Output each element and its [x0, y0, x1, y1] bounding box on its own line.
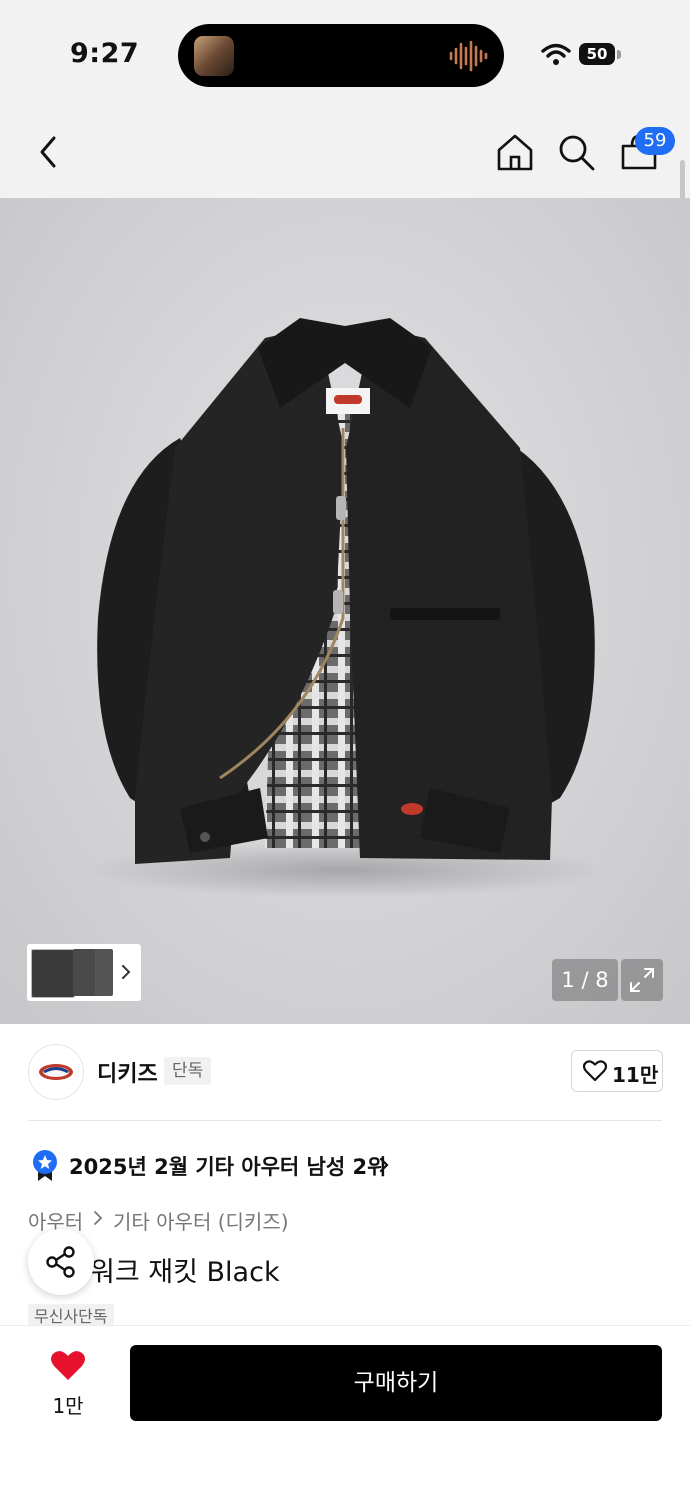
wishlist-count: 1만 — [52, 1394, 84, 1418]
product-image-gallery[interactable]: 1 / 8 — [0, 198, 690, 1024]
cart-count-badge: 59 — [635, 127, 675, 155]
rank-medal-icon — [33, 1150, 57, 1181]
divider — [28, 1120, 662, 1121]
top-nav-bar — [0, 110, 690, 198]
battery-cap — [617, 50, 621, 59]
share-button[interactable] — [28, 1229, 94, 1295]
gallery-thumb[interactable] — [95, 949, 113, 996]
brand-logo[interactable] — [28, 1044, 84, 1100]
expand-icon — [630, 968, 654, 992]
expand-image-button[interactable] — [621, 959, 663, 1001]
audio-waveform-icon — [449, 40, 488, 72]
heart-icon — [51, 1351, 85, 1380]
share-icon — [46, 1246, 75, 1278]
brand-like-button[interactable]: 11만 — [571, 1050, 663, 1092]
product-photo — [85, 318, 605, 898]
heart-outline-icon — [583, 1060, 607, 1082]
dynamic-island[interactable] — [178, 24, 504, 87]
gallery-thumbnails[interactable] — [27, 944, 141, 1001]
search-icon[interactable] — [554, 130, 598, 174]
ranking-link[interactable]: 2025년 2월 기타 아우터 남성 2위 — [69, 1151, 386, 1181]
exclusive-badge: 단독 — [164, 1057, 212, 1085]
chevron-right-icon[interactable] — [378, 1156, 390, 1174]
breadcrumb-chevron-icon — [94, 1211, 103, 1225]
gallery-thumb[interactable] — [73, 949, 97, 996]
now-playing-thumbnail — [194, 36, 234, 76]
status-time: 9:27 — [70, 38, 140, 69]
breadcrumb-subcategory[interactable]: 기타 아우터 (디키즈) — [113, 1206, 289, 1235]
product-title: 워크 재킷 Black — [90, 1257, 280, 1288]
battery-indicator: 50 — [579, 43, 615, 65]
gallery-thumb[interactable] — [31, 949, 75, 998]
chevron-right-icon[interactable] — [121, 964, 131, 980]
brand-like-count: 11만 — [612, 1063, 659, 1087]
wifi-icon — [541, 43, 571, 65]
wishlist-button[interactable]: 1만 — [40, 1350, 96, 1418]
status-bar: 9:27 50 — [0, 0, 690, 110]
brand-name[interactable]: 디키즈 — [97, 1056, 158, 1088]
buy-button[interactable]: 구매하기 — [130, 1345, 662, 1421]
home-icon[interactable] — [493, 130, 537, 174]
back-icon[interactable] — [26, 130, 70, 174]
brand-logo-mark — [39, 1064, 73, 1080]
gallery-pager: 1 / 8 — [552, 959, 618, 1001]
